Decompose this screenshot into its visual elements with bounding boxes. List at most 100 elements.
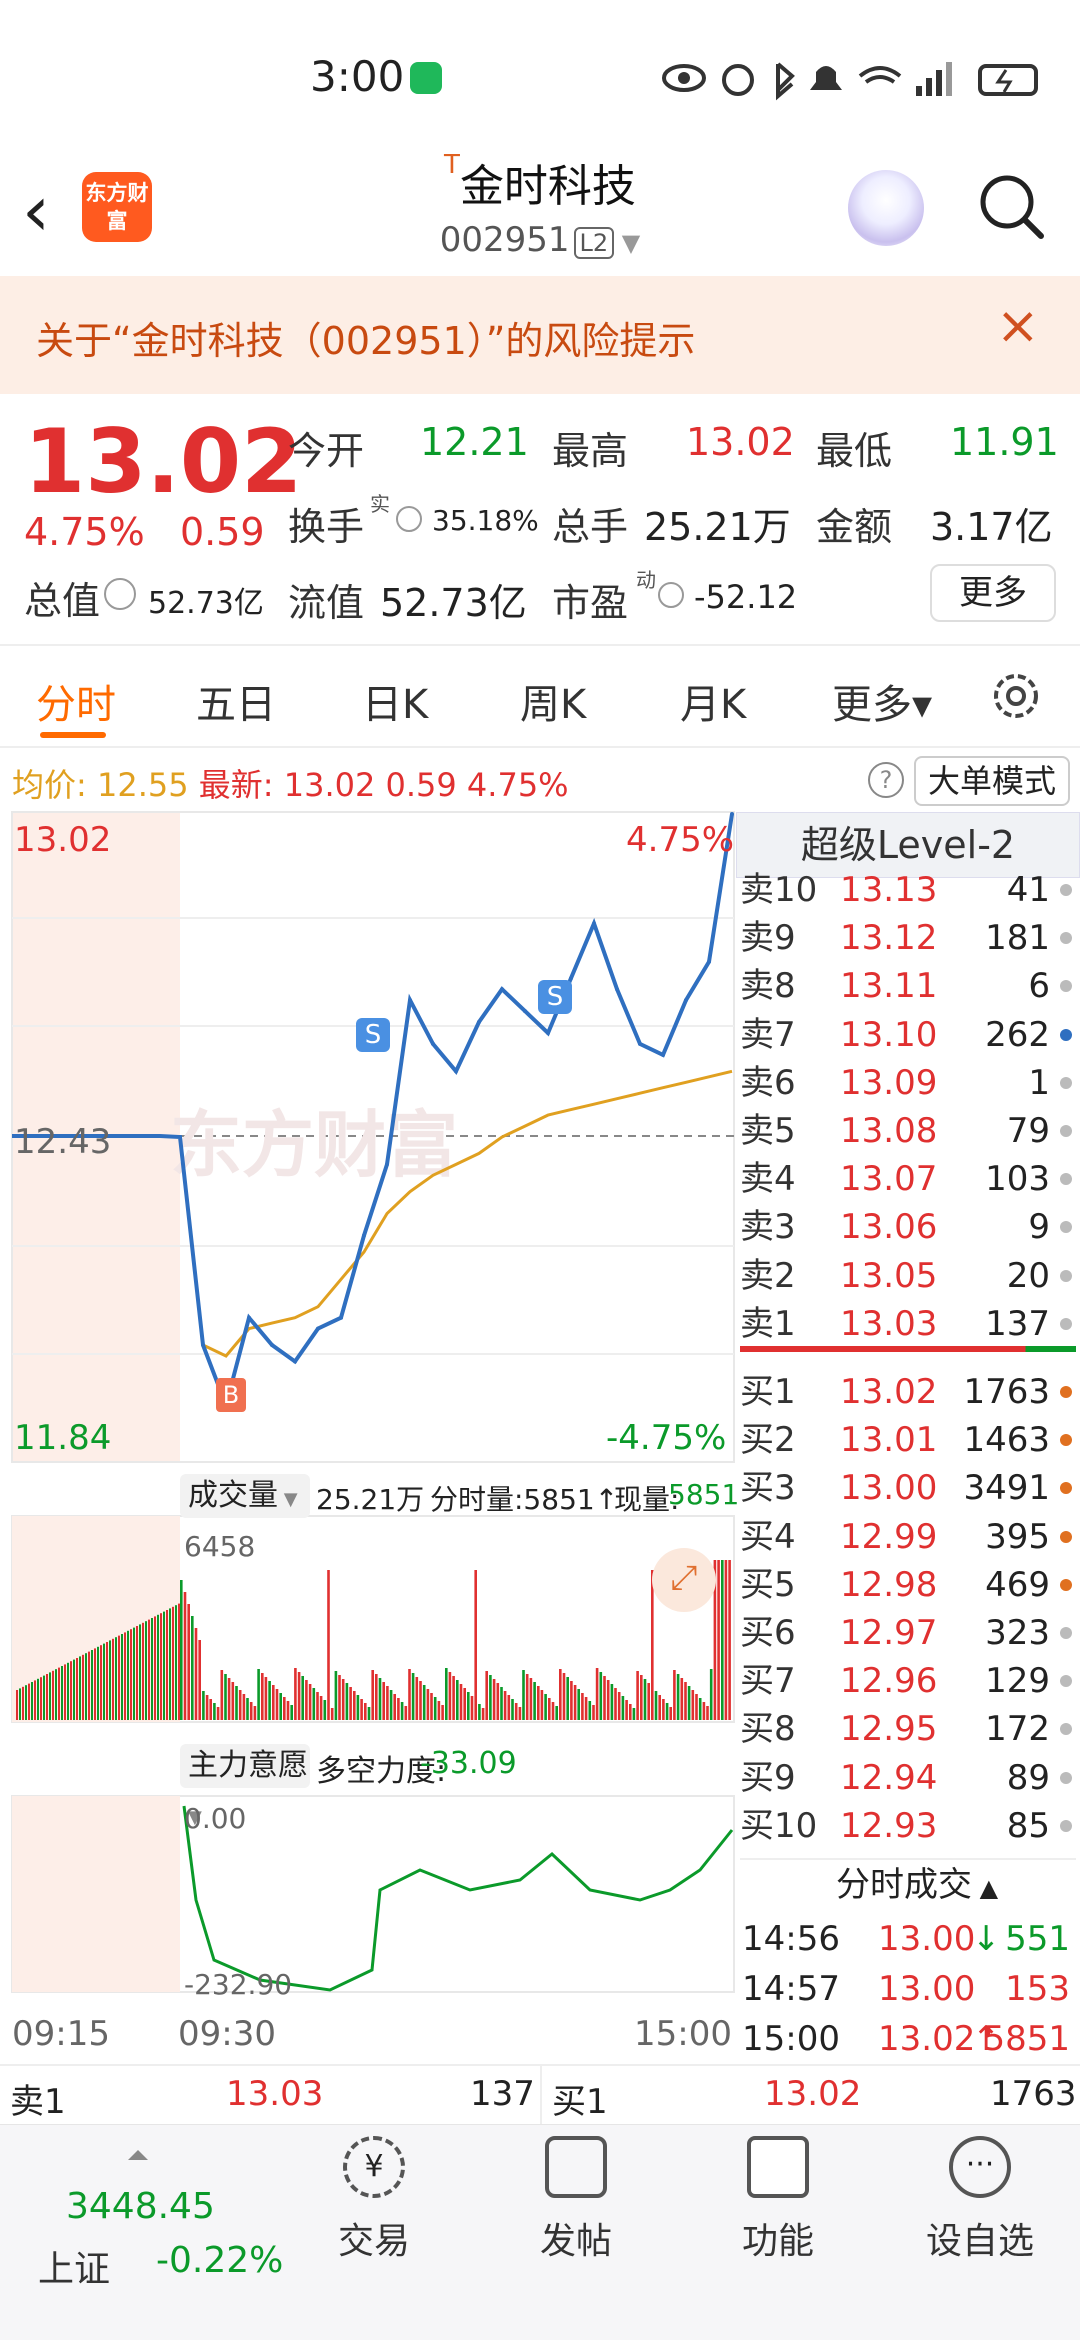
gear-icon[interactable]	[988, 668, 1044, 724]
volume-bar	[658, 1695, 661, 1720]
ask-volume: 181	[985, 918, 1050, 959]
index-change[interactable]: -0.22%	[156, 2240, 283, 2281]
bid-row[interactable]: 买9 12.94 89	[740, 1754, 1076, 1802]
volume-bar	[691, 1690, 695, 1720]
bid-row[interactable]: 买10 12.93 85	[740, 1802, 1076, 1850]
assistant-robot-icon[interactable]	[848, 170, 924, 246]
ask-row[interactable]: 卖6 13.09 1	[740, 1059, 1076, 1107]
volume-bar	[570, 1681, 573, 1720]
bid-row[interactable]: 买6 12.97 323	[740, 1609, 1076, 1657]
volume-bar	[728, 1560, 731, 1720]
volume-bar	[22, 1686, 24, 1720]
latest-label: 最新:	[198, 766, 274, 804]
volume-bar	[386, 1686, 389, 1720]
ask-label: 卖2	[740, 1255, 796, 1296]
price-point	[385, 1162, 389, 1167]
trade-arrow: ↓	[972, 1919, 1001, 1959]
nav-post[interactable]: 发帖	[496, 2136, 656, 2264]
order-dot	[1060, 1771, 1072, 1784]
trade-row: 15:00 13.02 ↑ 5851	[740, 2014, 1076, 2064]
volume-bar	[669, 1707, 672, 1720]
help-icon[interactable]: ?	[868, 762, 904, 798]
bid-row[interactable]: 买2 13.01 1463	[740, 1416, 1076, 1464]
tab-daily-k[interactable]: 日K	[362, 672, 428, 730]
tab-intraday[interactable]: 分时	[36, 672, 116, 730]
volume-bar	[246, 1698, 249, 1720]
info-icon[interactable]	[658, 582, 684, 608]
open-value: 12.21	[420, 420, 529, 464]
ask-row[interactable]: 卖1 13.03 137	[740, 1300, 1076, 1348]
volume-bar	[522, 1670, 525, 1720]
bid-row[interactable]: 买4 12.99 395	[740, 1513, 1076, 1561]
amount-value: 3.17亿	[930, 505, 1053, 549]
volume-bar	[148, 1619, 150, 1720]
tab-five-day[interactable]: 五日	[196, 672, 276, 730]
buy-marker[interactable]: B	[216, 1378, 246, 1412]
tab-more[interactable]: 更多▾	[832, 672, 932, 730]
volume-bar	[163, 1611, 165, 1720]
order-dot	[1060, 1173, 1072, 1186]
volume-bar	[419, 1681, 422, 1720]
search-icon[interactable]	[975, 170, 1047, 242]
force-indicator-select[interactable]: 主力意愿 ▼	[180, 1744, 310, 1828]
volume-bar	[448, 1672, 452, 1720]
volume-bar	[426, 1689, 430, 1720]
bid-row[interactable]: 买1 13.02 1763	[740, 1368, 1076, 1416]
ask-row[interactable]: 卖3 13.06 9	[740, 1203, 1076, 1251]
risk-banner-text[interactable]: 关于“金时科技（002951）”的风险提示	[36, 310, 695, 365]
price-point	[638, 1041, 642, 1046]
big-order-mode-button[interactable]: 大单模式	[914, 756, 1070, 806]
nav-watchlist[interactable]: ··· 设自选	[900, 2136, 1060, 2264]
volume-bar	[441, 1705, 444, 1720]
volume-bar	[430, 1693, 433, 1720]
volume-bar	[55, 1669, 57, 1720]
info-icon[interactable]	[396, 506, 422, 532]
index-value[interactable]: 3448.45	[66, 2186, 215, 2227]
price-point	[362, 1233, 366, 1238]
expand-up-icon[interactable]	[128, 2150, 148, 2160]
pe-value: -52.12	[694, 578, 798, 616]
volume-bar	[209, 1699, 212, 1720]
volume-bar	[40, 1677, 42, 1720]
ask-label: 卖7	[740, 1014, 796, 1055]
ask-row[interactable]: 卖9 13.12 181	[740, 914, 1076, 962]
volume-bar	[341, 1679, 345, 1720]
volume-indicator-select[interactable]: 成交量 ▼	[180, 1474, 310, 1518]
index-name[interactable]: 上证	[38, 2240, 110, 2292]
strip-ask-price: 13.03	[226, 2074, 324, 2114]
bid-row[interactable]: 买8 12.95 172	[740, 1705, 1076, 1753]
ask-row[interactable]: 卖7 13.10 262	[740, 1011, 1076, 1059]
volume-bar	[577, 1689, 580, 1720]
volume-bar	[555, 1706, 558, 1720]
price-point	[684, 998, 688, 1003]
ask-volume: 137	[985, 1303, 1050, 1344]
price-point	[293, 1359, 297, 1364]
volume-bar	[154, 1616, 156, 1720]
sell-marker[interactable]: S	[356, 1018, 390, 1052]
bid-row[interactable]: 买3 13.00 3491	[740, 1464, 1076, 1512]
more-button[interactable]: 更多	[930, 564, 1056, 622]
bid-row[interactable]: 买5 12.98 469	[740, 1561, 1076, 1609]
ask-row[interactable]: 卖2 13.05 20	[740, 1252, 1076, 1300]
tab-monthly-k[interactable]: 月K	[680, 672, 746, 730]
bid-row[interactable]: 买7 12.96 129	[740, 1657, 1076, 1705]
pct-bottom-label: -4.75%	[606, 1418, 727, 1458]
ask-volume: 79	[1006, 1111, 1050, 1151]
ask-row[interactable]: 卖4 13.07 103	[740, 1155, 1076, 1203]
nav-label: 发帖	[539, 2221, 612, 2262]
bid-price: 12.94	[840, 1757, 938, 1798]
trades-header[interactable]: 分时成交 ▲	[836, 1860, 998, 1913]
ask-row[interactable]: 卖8 13.11 6	[740, 962, 1076, 1010]
ask-label: 卖6	[740, 1062, 796, 1103]
ask-row[interactable]: 卖10 13.13 41	[740, 866, 1076, 914]
volume-bar	[687, 1686, 691, 1720]
close-icon[interactable]: ×	[996, 300, 1040, 352]
sell-marker[interactable]: S	[538, 980, 572, 1014]
tab-weekly-k[interactable]: 周K	[520, 672, 586, 730]
volume-bar	[175, 1605, 177, 1720]
info-icon[interactable]	[104, 578, 136, 610]
nav-functions[interactable]: 功能	[698, 2136, 858, 2264]
nav-trade[interactable]: ¥ 交易	[294, 2136, 454, 2264]
ask-row[interactable]: 卖5 13.08 79	[740, 1107, 1076, 1155]
expand-icon[interactable]: ⤢	[652, 1548, 716, 1612]
